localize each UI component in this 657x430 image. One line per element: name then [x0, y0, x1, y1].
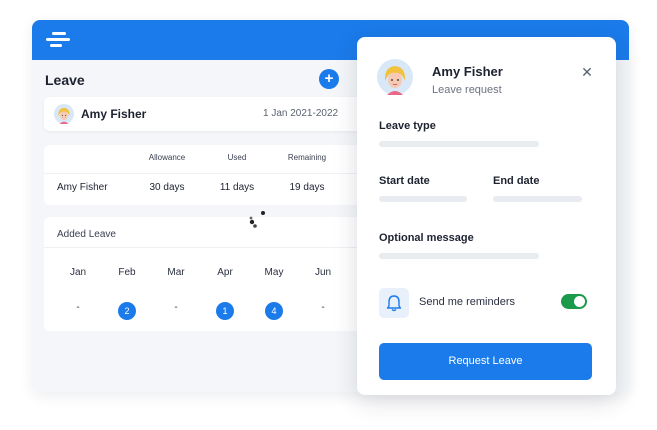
request-leave-button[interactable]: Request Leave	[379, 343, 592, 380]
added-leave-section: Added Leave Jan Feb Mar Apr May Jun - 2 …	[44, 217, 374, 331]
month-jan: Jan	[69, 267, 87, 278]
start-date-label: Start date	[379, 175, 430, 187]
header-remaining: Remaining	[287, 153, 327, 162]
leave-count-badge[interactable]: 1	[216, 302, 234, 320]
month-apr: Apr	[217, 267, 233, 278]
used-value: 11 days	[219, 182, 255, 193]
reminder-label: Send me reminders	[419, 296, 515, 308]
requester-name: Amy Fisher	[432, 64, 503, 79]
avatar	[377, 59, 413, 95]
reminder-toggle[interactable]	[561, 294, 587, 309]
section-title: Added Leave	[57, 229, 116, 240]
remaining-value: 19 days	[289, 182, 325, 193]
month-value[interactable]: 4	[259, 302, 289, 320]
month-may: May	[264, 267, 284, 278]
divider	[44, 173, 374, 174]
page-title: Leave	[45, 72, 85, 88]
leave-type-label: Leave type	[379, 120, 436, 132]
logo-icon[interactable]	[46, 32, 70, 48]
user-name: Amy Fisher	[81, 107, 147, 121]
allowance-value: 30 days	[149, 182, 185, 193]
panel-subtitle: Leave request	[432, 84, 502, 96]
row-name: Amy Fisher	[57, 182, 108, 193]
leave-type-field[interactable]	[379, 141, 539, 147]
header-used: Used	[227, 153, 247, 162]
start-date-field[interactable]	[379, 196, 467, 202]
message-field[interactable]	[379, 253, 539, 259]
avatar	[54, 104, 74, 124]
month-value: -	[174, 302, 178, 313]
user-selector[interactable]: Amy Fisher 1 Jan 2021-2022	[44, 97, 374, 131]
close-icon[interactable]: ✕	[579, 64, 595, 80]
message-label: Optional message	[379, 232, 474, 244]
loading-spinner-icon	[249, 211, 265, 228]
month-mar: Mar	[167, 267, 185, 278]
month-value: -	[321, 302, 325, 313]
header-allowance: Allowance	[148, 153, 186, 162]
leave-count-badge[interactable]: 4	[265, 302, 283, 320]
divider	[44, 247, 374, 248]
leave-period: 1 Jan 2021-2022	[263, 108, 339, 119]
month-value[interactable]: 1	[210, 302, 240, 320]
month-jun: Jun	[314, 267, 332, 278]
end-date-field[interactable]	[493, 196, 582, 202]
month-feb: Feb	[118, 267, 136, 278]
toggle-knob	[574, 296, 585, 307]
end-date-label: End date	[493, 175, 540, 187]
month-value[interactable]: 2	[112, 302, 142, 320]
bell-icon	[379, 288, 409, 318]
leave-count-badge[interactable]: 2	[118, 302, 136, 320]
month-value: -	[76, 302, 80, 313]
leave-request-panel: Amy Fisher Leave request ✕ Leave type St…	[357, 37, 616, 395]
add-leave-button[interactable]: +	[319, 69, 339, 89]
leave-stats-table: Allowance Used Remaining Amy Fisher 30 d…	[44, 145, 374, 205]
